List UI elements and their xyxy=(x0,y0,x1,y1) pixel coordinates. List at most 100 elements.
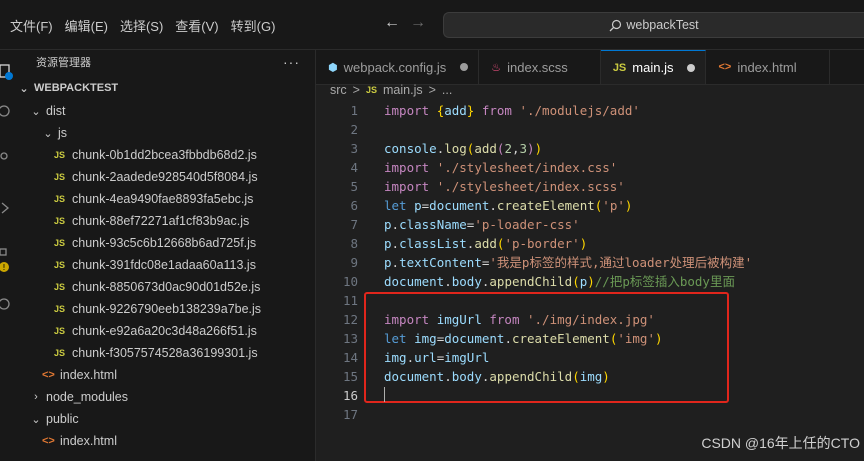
forward-arrow-icon[interactable]: → xyxy=(410,14,426,32)
tab-index-scss[interactable]: ♨ index.scss xyxy=(479,50,601,84)
line-number: 12 xyxy=(342,312,358,327)
code-token: ) xyxy=(534,141,543,156)
menu-goto[interactable]: 转到(G) xyxy=(225,16,282,35)
workspace-root[interactable]: ⌄ WEBPACKTEST xyxy=(14,77,316,99)
tree-item-label: dist xyxy=(46,104,66,118)
search-activity-icon[interactable] xyxy=(0,104,14,120)
breadcrumb-item[interactable]: main.js xyxy=(383,83,423,97)
back-arrow-icon[interactable]: ← xyxy=(384,14,400,32)
tree-item-label: chunk-8850673d0ac90d01d52e.js xyxy=(72,280,261,294)
code-token: log xyxy=(444,141,467,156)
js-file-icon: JS xyxy=(54,260,66,270)
line-number: 4 xyxy=(350,160,358,175)
code-token: let xyxy=(384,198,415,213)
code-token: '我是p标签的样式,通过loader处理后被构建' xyxy=(489,255,753,270)
line-number: 14 xyxy=(342,350,358,365)
red-highlight-box xyxy=(364,292,729,403)
tree-file[interactable]: JS chunk-f3057574528a36199301.js xyxy=(14,342,316,364)
html-file-icon: <> xyxy=(42,435,55,447)
tab-index-html[interactable]: <> index.html xyxy=(706,50,830,84)
menu-selection[interactable]: 选择(S) xyxy=(114,16,169,35)
js-file-icon: JS xyxy=(54,150,66,160)
tree-item-label: chunk-e92a6a20c3d48a266f51.js xyxy=(72,324,257,338)
code-text: p.className='p-loader-css' xyxy=(384,215,580,234)
code-token: classList xyxy=(399,236,467,251)
code-editor[interactable]: 1 import {add} from './modulejs/add' 2 3 con… xyxy=(316,98,864,461)
explorer-sidebar: 资源管理器 ··· ⌄ WEBPACKTEST ⌄ dist ⌄ js JS chunk-… xyxy=(14,50,316,461)
menu-view[interactable]: 查看(V) xyxy=(169,16,224,35)
remote-icon[interactable] xyxy=(0,296,14,312)
code-line: 7 p.className='p-loader-css' xyxy=(316,215,864,234)
code-text: document.body.appendChild(p)//把p标签插入body… xyxy=(384,272,735,291)
code-text: p.classList.add('p-border') xyxy=(384,234,587,253)
menu-file[interactable]: 文件(F) xyxy=(4,16,59,35)
tab-label: index.scss xyxy=(507,59,568,75)
tree-file[interactable]: <> index.html xyxy=(14,430,316,452)
source-control-icon[interactable] xyxy=(0,148,14,164)
tab-main-js[interactable]: JS main.js xyxy=(600,50,707,84)
chevron-down-icon: ⌄ xyxy=(19,82,29,95)
search-text: webpackTest xyxy=(626,18,699,32)
unsaved-dot-icon[interactable] xyxy=(687,63,696,72)
run-debug-icon[interactable] xyxy=(0,200,14,216)
nav-arrows: ← → xyxy=(384,14,426,32)
command-center-search[interactable]: webpackTest xyxy=(443,12,864,38)
breadcrumb-item[interactable]: ... xyxy=(442,83,452,97)
tree-folder[interactable]: ⌄ public xyxy=(14,408,316,430)
code-token: './modulejs/add' xyxy=(519,103,640,118)
tree-item-label: chunk-4ea9490fae8893fa5ebc.js xyxy=(72,192,254,206)
chevron-down-icon: ⌄ xyxy=(31,413,41,426)
tree-item-label: chunk-93c5c6b12668b6ad725f.js xyxy=(72,236,257,250)
code-line: 1 import {add} from './modulejs/add' xyxy=(316,101,864,120)
breadcrumb-separator: > xyxy=(352,83,360,97)
code-token: p xyxy=(384,217,392,232)
code-line: 10 document.body.appendChild(p)//把p标签插入bo… xyxy=(316,272,864,291)
tree-file[interactable]: JS chunk-e92a6a20c3d48a266f51.js xyxy=(14,320,316,342)
tree-file[interactable]: JS chunk-88ef72271af1cf83b9ac.js xyxy=(14,210,316,232)
tree-item-label: chunk-f3057574528a36199301.js xyxy=(72,346,258,360)
code-token: p xyxy=(384,236,392,251)
tree-file[interactable]: JS chunk-0b1dd2bcea3fbbdb68d2.js xyxy=(14,144,316,166)
line-number: 7 xyxy=(350,217,358,232)
tree-file[interactable]: JS chunk-391fdc08e1adaa60a113.js xyxy=(14,254,316,276)
tree-folder[interactable]: › node_modules xyxy=(14,386,316,408)
code-token: //把p标签插入body里面 xyxy=(594,274,735,289)
workspace-root-label: WEBPACKTEST xyxy=(34,82,119,94)
explorer-header: 资源管理器 ··· xyxy=(14,51,316,73)
warning-icon[interactable]: ! xyxy=(0,260,14,276)
tab-label: index.html xyxy=(737,59,797,75)
tab-webpack-config-js[interactable]: ⬢ webpack.config.js xyxy=(316,50,480,84)
tree-file[interactable]: JS chunk-9226790eeb138239a7be.js xyxy=(14,298,316,320)
code-token: ) xyxy=(587,274,595,289)
code-token: import xyxy=(384,103,437,118)
js-icon: JS xyxy=(612,61,627,74)
unsaved-dot-icon[interactable] xyxy=(460,63,469,71)
line-number: 17 xyxy=(342,407,358,422)
tree-folder[interactable]: ⌄ js xyxy=(14,122,316,144)
menu-edit[interactable]: 编辑(E) xyxy=(59,16,114,35)
tree-file[interactable]: <> index.html xyxy=(14,364,316,386)
tree-file[interactable]: JS chunk-2aadede928540d5f8084.js xyxy=(14,166,316,188)
line-number: 9 xyxy=(350,255,358,270)
js-file-icon: JS xyxy=(54,326,66,336)
tree-folder[interactable]: ⌄ dist xyxy=(14,100,316,122)
js-file-icon: JS xyxy=(54,172,66,182)
file-tree: ⌄ WEBPACKTEST ⌄ dist ⌄ js JS chunk-0b1dd2bcea… xyxy=(14,78,316,452)
code-text: import {add} from './modulejs/add' xyxy=(384,101,640,120)
js-file-icon: JS xyxy=(54,348,66,358)
tree-file[interactable]: JS chunk-93c5c6b12668b6ad725f.js xyxy=(14,232,316,254)
tree-file[interactable]: JS chunk-4ea9490fae8893fa5ebc.js xyxy=(14,188,316,210)
tree-item-label: chunk-88ef72271af1cf83b9ac.js xyxy=(72,214,250,228)
js-icon: JS xyxy=(365,85,377,95)
more-actions-icon[interactable]: ··· xyxy=(283,54,300,70)
code-token: createElement xyxy=(496,198,595,213)
line-number: 15 xyxy=(342,369,358,384)
code-line: 4 import './stylesheet/index.css' xyxy=(316,158,864,177)
breadcrumb-item[interactable]: src xyxy=(330,83,347,97)
explorer-icon[interactable] xyxy=(0,64,14,80)
code-line: 17 xyxy=(316,405,864,424)
svg-text:!: ! xyxy=(2,263,5,272)
tree-file[interactable]: JS chunk-8850673d0ac90d01d52e.js xyxy=(14,276,316,298)
search-icon xyxy=(609,19,622,31)
line-number: 3 xyxy=(350,141,358,156)
